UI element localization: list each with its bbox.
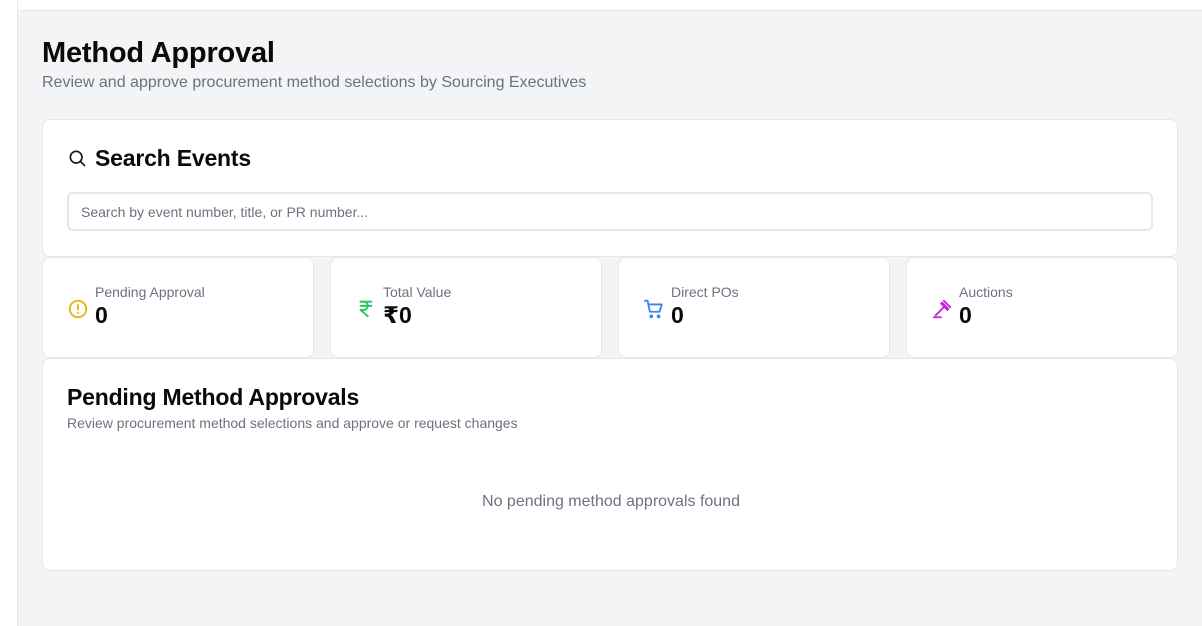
- stat-card-total-value: Total Value ₹0: [330, 257, 602, 358]
- search-icon: [69, 150, 86, 167]
- cart-icon: [643, 299, 663, 319]
- alert-circle-icon: [68, 299, 88, 319]
- stat-card-direct-pos: Direct POs 0: [618, 257, 890, 358]
- stat-text: Pending Approval 0: [95, 282, 205, 328]
- search-title: Search Events: [95, 144, 251, 171]
- stat-text: Total Value ₹0: [383, 282, 451, 328]
- stat-text: Auctions 0: [959, 282, 1013, 328]
- stat-label: Pending Approval: [95, 284, 205, 300]
- page-subtitle: Review and approve procurement method se…: [42, 74, 587, 91]
- stat-text: Direct POs 0: [671, 282, 739, 328]
- stat-label: Direct POs: [671, 284, 739, 300]
- stat-label: Auctions: [959, 284, 1013, 300]
- stat-value: 0: [95, 302, 108, 328]
- search-input[interactable]: [67, 192, 1153, 231]
- search-card: Search Events: [42, 119, 1178, 257]
- stat-value: 0: [959, 302, 972, 328]
- stat-value: 0: [671, 302, 684, 328]
- approvals-subtitle: Review procurement method selections and…: [67, 415, 518, 431]
- pending-approvals-card: Pending Method Approvals Review procurem…: [42, 358, 1178, 571]
- approvals-title: Pending Method Approvals: [67, 384, 360, 410]
- stat-value: ₹0: [383, 302, 412, 328]
- stat-label: Total Value: [383, 284, 452, 300]
- gavel-icon: [932, 299, 952, 319]
- rupee-icon: [359, 300, 373, 318]
- search-header: Search Events: [67, 144, 1153, 172]
- stat-card-pending-approval: Pending Approval 0: [42, 257, 314, 358]
- page-title: Method Approval: [42, 37, 275, 69]
- stat-card-auctions: Auctions 0: [906, 257, 1178, 358]
- main-content: Method Approval Review and approve procu…: [42, 36, 1178, 571]
- stats-row: Pending Approval 0 Total Value ₹0 Direct…: [42, 257, 1178, 358]
- top-bar: [18, 0, 1202, 11]
- empty-state-message: No pending method approvals found: [482, 493, 740, 510]
- sidebar-rail: [0, 0, 18, 626]
